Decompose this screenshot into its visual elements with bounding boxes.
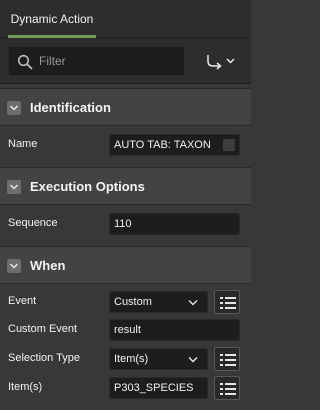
filter-field[interactable] bbox=[8, 46, 185, 76]
property-label: Name bbox=[8, 138, 38, 150]
filter-toolbar bbox=[0, 38, 251, 84]
list-of-values-button[interactable] bbox=[214, 290, 240, 314]
collapse-chevron-icon[interactable] bbox=[7, 180, 21, 194]
goto-component-icon bbox=[207, 55, 235, 70]
list-icon bbox=[220, 354, 236, 366]
property-label: Selection Type bbox=[8, 352, 80, 364]
text-picker-icon[interactable] bbox=[223, 139, 235, 151]
property-label: Event bbox=[8, 295, 37, 307]
name-field[interactable]: AUTO TAB: TAXON bbox=[109, 134, 240, 156]
items-field[interactable]: P303_SPECIES bbox=[109, 377, 208, 399]
property-row-event: Event Custom bbox=[0, 287, 251, 317]
property-row-selection-type: Selection Type Item(s) bbox=[0, 344, 251, 374]
search-icon bbox=[17, 54, 33, 70]
tab-dynamic-action[interactable]: Dynamic Action bbox=[8, 0, 96, 38]
property-label: Item(s) bbox=[8, 381, 43, 393]
section-title: When bbox=[30, 258, 66, 273]
property-row-items: Item(s) P303_SPECIES bbox=[0, 373, 251, 403]
collapse-chevron-icon[interactable] bbox=[7, 259, 21, 273]
chevron-down-icon bbox=[188, 357, 198, 363]
event-value: Custom bbox=[114, 296, 152, 308]
tab-bar: Dynamic Action bbox=[0, 0, 251, 38]
selection-type-value: Item(s) bbox=[114, 353, 149, 365]
section-title: Execution Options bbox=[30, 179, 145, 194]
section-header-when[interactable]: When bbox=[0, 246, 251, 284]
section-header-execution-options[interactable]: Execution Options bbox=[0, 167, 251, 205]
custom-event-field[interactable]: result bbox=[109, 319, 240, 341]
list-of-values-button[interactable] bbox=[214, 376, 240, 400]
list-of-values-button[interactable] bbox=[214, 347, 240, 371]
event-select[interactable]: Custom bbox=[109, 291, 208, 313]
section-header-identification[interactable]: Identification bbox=[0, 88, 251, 126]
property-row-custom-event: Custom Event result bbox=[0, 315, 251, 345]
sequence-field[interactable]: 110 bbox=[109, 213, 240, 235]
collapse-chevron-icon[interactable] bbox=[7, 101, 21, 115]
list-icon bbox=[220, 297, 236, 309]
list-icon bbox=[220, 383, 236, 395]
selection-type-select[interactable]: Item(s) bbox=[109, 348, 208, 370]
section-title: Identification bbox=[30, 100, 111, 115]
filter-input[interactable] bbox=[39, 47, 179, 75]
property-label: Custom Event bbox=[8, 323, 78, 335]
property-label: Sequence bbox=[8, 217, 58, 229]
name-value: AUTO TAB: TAXON bbox=[114, 139, 211, 151]
chevron-down-icon bbox=[188, 300, 198, 306]
property-row-name: Name AUTO TAB: TAXON bbox=[0, 130, 251, 160]
property-row-sequence: Sequence 110 bbox=[0, 209, 251, 239]
goto-component-button[interactable] bbox=[200, 50, 240, 72]
